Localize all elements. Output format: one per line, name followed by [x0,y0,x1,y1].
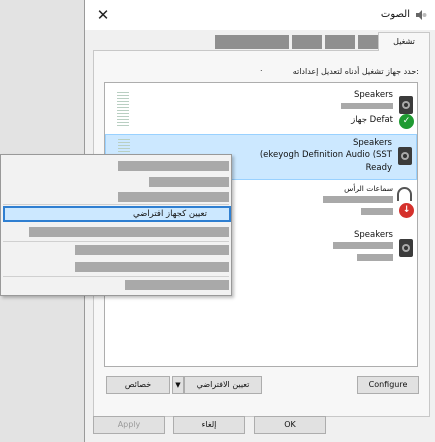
apply-button[interactable]: Apply [93,416,165,434]
device-name: Speakers [352,138,392,148]
title-bar: ✕ الصوت [85,0,435,30]
menu-item-redacted[interactable] [125,280,229,290]
menu-separator [3,276,229,277]
menu-item-redacted[interactable] [118,161,229,171]
tab-redacted-2[interactable] [292,35,322,49]
headset-icon [397,187,412,201]
window-title: الصوت [380,9,410,20]
context-menu: تعيين كجهاز افتراضي [0,154,232,296]
speaker-icon [399,96,413,114]
menu-item-redacted[interactable] [29,227,229,237]
device-name: سماعات الرأس [344,184,393,193]
menu-item-redacted[interactable] [149,177,229,187]
level-meter [118,139,130,155]
menu-item-redacted[interactable] [75,262,229,272]
device-name: Speakers [353,90,393,100]
ok-button[interactable]: OK [254,416,326,434]
device-status-redacted [357,254,393,261]
device-status: Ready [365,163,392,173]
instructions-dot: . [260,64,263,73]
tab-redacted-1[interactable] [215,35,289,49]
cancel-button[interactable]: إلغاء [173,416,245,434]
sound-icon [416,10,427,20]
menu-item-redacted[interactable] [118,192,229,202]
device-status: جهاز Defat [351,115,393,125]
default-check-icon: ✓ [399,114,414,129]
level-meter [117,92,129,128]
device-driver: (ekeyogh Definition Audio (SST [259,150,392,160]
device-detail-redacted [323,196,393,203]
properties-button[interactable]: خصائص [106,376,170,394]
device-name: Speakers [353,230,393,240]
speaker-icon [399,239,413,257]
close-icon[interactable]: ✕ [93,5,113,25]
configure-button[interactable]: Configure [357,376,419,394]
menu-separator [3,241,229,242]
menu-item-set-default[interactable]: تعيين كجهاز افتراضي [3,206,231,222]
tab-redacted-3[interactable] [325,35,355,49]
menu-item-redacted[interactable] [75,245,229,255]
device-item[interactable]: Speakers جهاز Defat ✓ [105,88,417,134]
instructions-text: حدد جهاز تشغيل أدناه لتعديل إعداداته: [292,67,419,76]
set-default-dropdown[interactable]: ▼ [172,376,184,394]
device-detail-redacted [341,103,393,109]
device-status-redacted [361,208,393,215]
set-default-button[interactable]: تعيين الافتراضي [184,376,262,394]
device-detail-redacted [333,242,393,249]
tab-redacted-4[interactable] [358,35,378,49]
tab-strip: تشغيل [85,30,435,51]
speaker-icon [398,147,412,165]
disabled-arrow-icon: ↓ [399,203,414,218]
menu-separator [3,204,229,205]
tab-playback[interactable]: تشغيل [378,32,430,51]
